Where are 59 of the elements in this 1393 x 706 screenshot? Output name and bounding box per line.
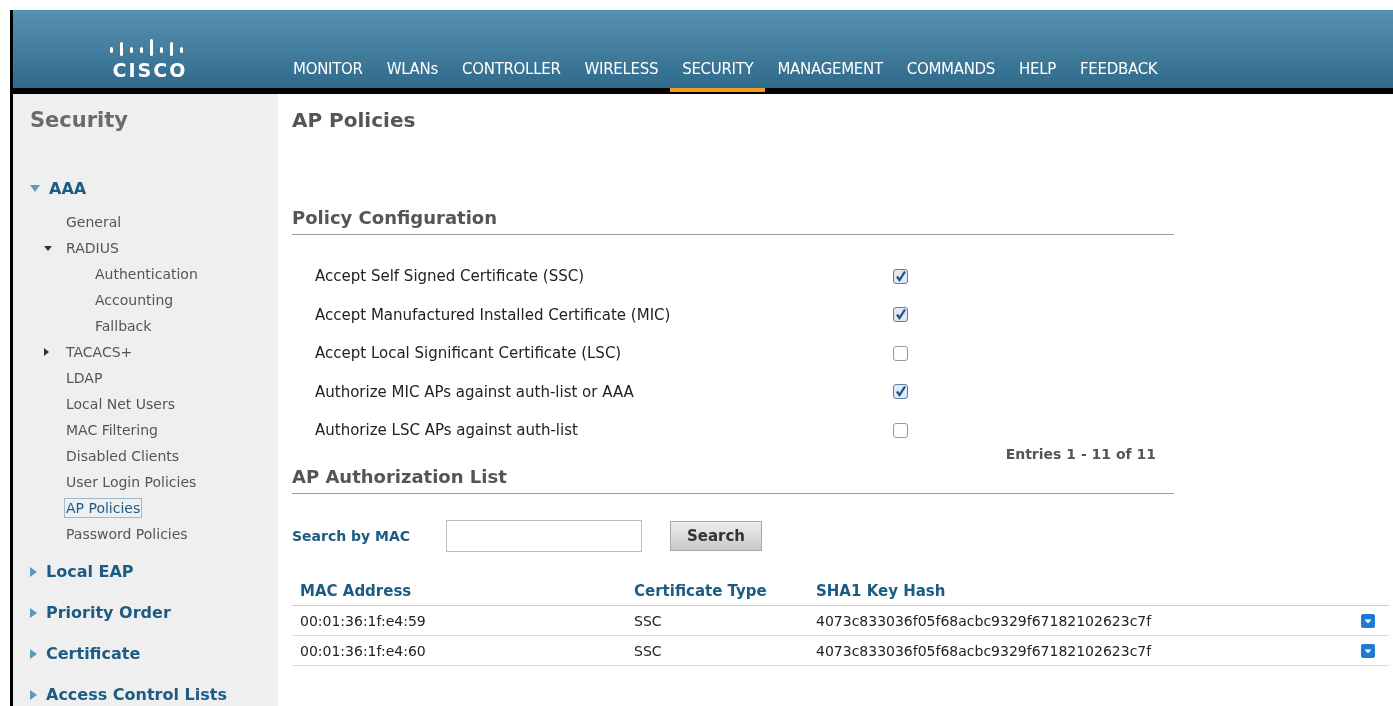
checkbox[interactable] [893,345,908,361]
nav-tab[interactable]: COMMANDS [894,60,1008,92]
entries-count: Entries 1 - 11 of 11 [1005,445,1156,462]
nav-tab[interactable]: FEEDBACK [1068,60,1170,92]
brand-name: CISCO [112,61,188,80]
section-heading: AP Authorization List [292,465,507,487]
sidebar-link[interactable]: TACACS+ [64,342,135,362]
option-label: Authorize MIC APs against auth-list or AAA [315,382,635,401]
sidebar-link[interactable]: AP Policies [64,498,143,518]
sidebar-section[interactable]: Priority Order [46,603,171,622]
search-field[interactable] [446,519,642,552]
sidebar-link[interactable]: Accounting [94,287,278,313]
checkbox[interactable] [893,384,908,400]
checkbox[interactable] [893,422,908,438]
option-label: Accept Local Significant Certificate (LSC) [315,344,623,363]
table-cell: 00:01:36:1f:e4:59 [292,605,626,635]
nav-tab[interactable]: CONTROLLER [450,60,573,92]
table-cell: SSC [626,635,808,665]
sidebar-link[interactable]: Disabled Clients [64,446,182,466]
checkbox[interactable] [893,307,908,323]
checkbox[interactable] [893,268,908,284]
caret-right-icon[interactable] [44,348,49,356]
column-header: MAC Address [292,581,626,605]
page-title: AP Policies [292,108,417,132]
sidebar-section[interactable]: Local EAP [46,562,134,581]
option-label: Authorize LSC APs against auth-list [315,421,579,440]
sidebar-section[interactable]: Access Control Lists [46,685,227,704]
sidebar-link[interactable]: LDAP [64,368,105,388]
nav-tab[interactable]: WIRELESS [572,60,671,92]
nav-tab[interactable]: MANAGEMENT [765,60,895,92]
sidebar-link[interactable]: User Login Policies [64,472,199,492]
sidebar-link[interactable]: Password Policies [64,524,190,544]
option-label: Accept Self Signed Certificate (SSC) [315,267,585,286]
sidebar-link[interactable]: General [64,212,124,232]
nav-tab[interactable]: SECURITY [670,60,766,92]
sidebar-title: Security [30,108,130,132]
search-label: Search by MAC [292,527,412,544]
sidebar-section[interactable]: Certificate [46,644,141,663]
nav-tab[interactable]: WLANs [374,60,451,92]
section-heading: Policy Configuration [292,207,497,228]
sidebar-link[interactable]: MAC Filtering [64,420,160,440]
table-cell: 4073c833036f05f68acbc9329f67182102623c7f [808,605,1353,635]
search-button[interactable]: Search [670,520,762,551]
table-cell: 00:01:36:1f:e4:60 [292,635,626,665]
column-header: SHA1 Key Hash [808,581,1353,605]
option-label: Accept Manufactured Installed Certificate (MIC) [315,305,672,324]
table-cell: SSC [626,605,808,635]
dropdown-icon[interactable] [1361,643,1375,658]
sidebar-section[interactable]: AAA [49,179,87,198]
nav-tab[interactable]: HELP [1007,60,1069,92]
caret-down-icon[interactable] [44,245,52,251]
sidebar-link[interactable]: Authentication [94,261,278,287]
dropdown-icon[interactable] [1361,613,1375,628]
sidebar-link[interactable]: RADIUS [64,238,121,258]
nav-tab[interactable]: MONITOR [283,60,375,92]
sidebar-link[interactable]: Fallback [94,313,278,339]
table-cell: 4073c833036f05f68acbc9329f67182102623c7f [808,635,1353,665]
column-header: Certificate Type [626,581,808,605]
sidebar-link[interactable]: Local Net Users [64,394,177,414]
